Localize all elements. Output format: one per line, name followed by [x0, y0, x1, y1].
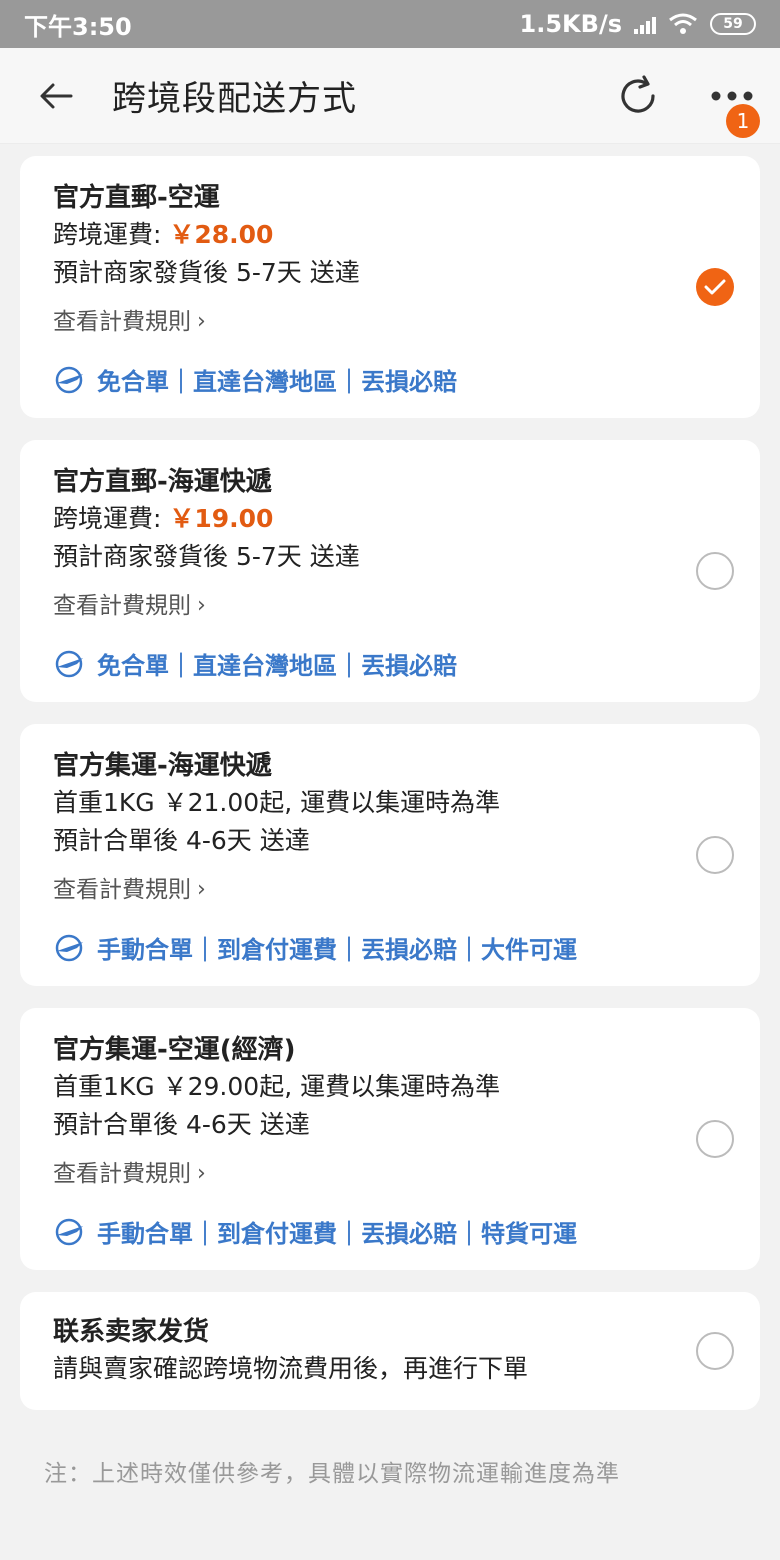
option-radio[interactable]	[696, 836, 734, 874]
notification-badge: 1	[726, 104, 760, 138]
option-eta: 預計合單後 4-6天 送達	[53, 1110, 310, 1139]
view-fee-rules-link[interactable]: 查看計費規則 ›	[53, 1156, 206, 1192]
refresh-button[interactable]	[608, 66, 668, 126]
fee-label: 跨境運費:	[53, 220, 170, 249]
status-right: 1.5KB/s 59	[520, 10, 756, 38]
tags-text: 免合單｜直達台灣地區｜丟損必賠	[97, 652, 457, 680]
network-speed: 1.5KB/s	[519, 10, 622, 38]
rules-link-label: 查看計費規則	[53, 593, 191, 619]
option-fee: 跨境運費: ￥28.00	[53, 216, 728, 254]
fee-value: ￥28.00	[169, 220, 274, 249]
shipping-option-card[interactable]: 官方直郵-空運 跨境運費: ￥28.00 預計商家發貨後 5-7天 送達 查看計…	[20, 156, 760, 418]
plane-icon	[55, 934, 83, 961]
status-time: 下午3:50	[24, 12, 132, 41]
battery-level: 59	[723, 16, 743, 32]
rules-link-label: 查看計費規則	[53, 1161, 191, 1187]
footer-note: 注：上述時效僅供參考，具體以實際物流運輸進度為準	[44, 1461, 620, 1487]
battery-icon: 59	[710, 13, 756, 35]
rules-link-label: 查看計費規則	[53, 877, 191, 903]
plane-icon	[55, 366, 83, 393]
nav-bar: 跨境段配送方式 1	[0, 48, 780, 144]
signal-icon	[634, 14, 656, 34]
back-button[interactable]	[26, 66, 86, 126]
chevron-right-icon: ›	[197, 877, 206, 902]
option-tags: 手動合單｜到倉付運費｜丟損必賠｜大件可運	[53, 930, 728, 965]
option-title: 官方直郵-海運快遞	[53, 467, 272, 497]
option-radio[interactable]	[696, 1120, 734, 1158]
more-dots-icon	[711, 91, 753, 101]
plane-icon	[55, 650, 83, 677]
refresh-icon	[621, 75, 655, 113]
plane-icon	[55, 1218, 83, 1245]
option-radio[interactable]	[696, 1332, 734, 1370]
back-arrow-icon	[40, 83, 73, 108]
option-title: 官方集運-海運快遞	[53, 751, 272, 781]
shipping-option-card[interactable]: 官方直郵-海運快遞 跨境運費: ￥19.00 預計商家發貨後 5-7天 送達 查…	[20, 440, 760, 702]
option-tags: 免合單｜直達台灣地區｜丟損必賠	[53, 646, 728, 681]
tags-text: 免合單｜直達台灣地區｜丟損必賠	[97, 368, 457, 396]
option-radio[interactable]	[696, 552, 734, 590]
option-eta: 預計商家發貨後 5-7天 送達	[53, 542, 360, 571]
option-base-fee: 首重1KG ￥29.00起, 運費以集運時為準	[53, 1072, 501, 1101]
option-title: 官方集運-空運(經濟)	[53, 1035, 296, 1065]
tags-text: 手動合單｜到倉付運費｜丟損必賠｜特貨可運	[97, 1220, 577, 1248]
view-fee-rules-link[interactable]: 查看計費規則 ›	[53, 872, 206, 908]
rules-link-label: 查看計費規則	[53, 309, 191, 335]
tags-text: 手動合單｜到倉付運費｜丟損必賠｜大件可運	[97, 936, 577, 964]
option-fee: 跨境運費: ￥19.00	[53, 500, 728, 538]
page-title: 跨境段配送方式	[112, 79, 357, 119]
option-description: 請與賣家確認跨境物流費用後，再進行下單	[53, 1354, 529, 1383]
chevron-right-icon: ›	[197, 593, 206, 618]
chevron-right-icon: ›	[197, 1161, 206, 1186]
view-fee-rules-link[interactable]: 查看計費規則 ›	[53, 304, 206, 340]
option-eta: 預計商家發貨後 5-7天 送達	[53, 258, 360, 287]
status-bar: 下午3:50 1.5KB/s 59	[0, 0, 780, 48]
shipping-option-card[interactable]: 官方集運-空運(經濟) 首重1KG ￥29.00起, 運費以集運時為準 預計合單…	[20, 1008, 760, 1270]
option-radio-selected[interactable]	[696, 268, 734, 306]
wifi-icon	[669, 13, 697, 34]
option-title: 官方直郵-空運	[53, 183, 220, 213]
shipping-option-card[interactable]: 官方集運-海運快遞 首重1KG ￥21.00起, 運費以集運時為準 預計合單後 …	[20, 724, 760, 986]
option-eta: 預計合單後 4-6天 送達	[53, 826, 310, 855]
chevron-right-icon: ›	[197, 309, 206, 334]
fee-value: ￥19.00	[169, 504, 274, 533]
shipping-option-card[interactable]: 联系卖家发货 請與賣家確認跨境物流費用後，再進行下單	[20, 1292, 760, 1410]
option-base-fee: 首重1KG ￥21.00起, 運費以集運時為準	[53, 788, 501, 817]
option-title: 联系卖家发货	[53, 1317, 210, 1347]
view-fee-rules-link[interactable]: 查看計費規則 ›	[53, 588, 206, 624]
option-tags: 免合單｜直達台灣地區｜丟損必賠	[53, 362, 728, 397]
check-icon	[704, 279, 726, 295]
shipping-options-list: 官方直郵-空運 跨境運費: ￥28.00 預計商家發貨後 5-7天 送達 查看計…	[0, 144, 780, 1488]
fee-label: 跨境運費:	[53, 504, 170, 533]
option-tags: 手動合單｜到倉付運費｜丟損必賠｜特貨可運	[53, 1214, 728, 1249]
